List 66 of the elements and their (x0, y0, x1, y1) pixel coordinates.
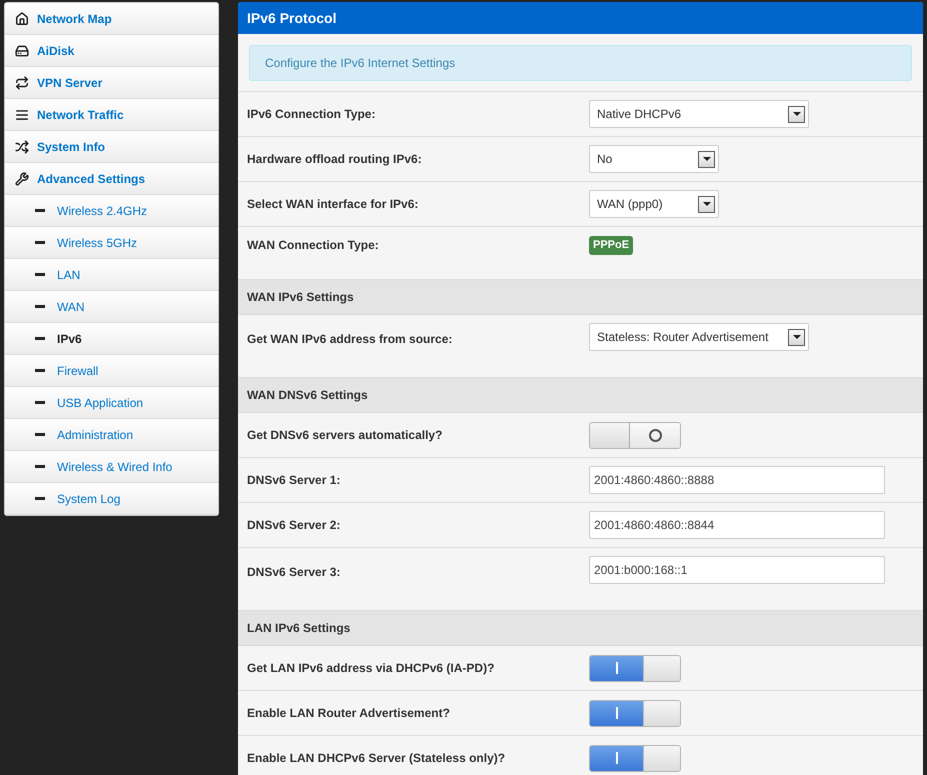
field-label: Get WAN IPv6 address from source: (247, 331, 454, 348)
sidebar-item[interactable]: Network Traffic (5, 99, 218, 130)
field-label: Get LAN IPv6 address via DHCPv6 (IA-PD)? (247, 660, 496, 677)
dash-icon (35, 241, 45, 244)
dash-icon (35, 401, 45, 404)
sidebar-item[interactable]: LAN (5, 259, 218, 290)
field-label: DNSv6 Server 1: (247, 472, 342, 489)
caret-icon (788, 328, 805, 346)
sidebar-item[interactable]: IPv6 (5, 323, 218, 354)
field-label: DNSv6 Server 3: (247, 564, 342, 581)
sidebar-item[interactable]: System Log (5, 483, 218, 514)
toggle-switch[interactable] (589, 422, 681, 448)
off-mark-icon (648, 428, 662, 442)
sidebar-item[interactable]: System Info (5, 131, 218, 162)
dash-icon (35, 433, 45, 436)
sidebar-item[interactable]: AiDisk (5, 35, 218, 66)
info-banner: Configure the IPv6 Internet Settings (249, 45, 912, 81)
field-label: DNSv6 Server 2: (247, 517, 342, 534)
status-badge: PPPoE (589, 236, 634, 254)
field-label: Enable LAN DHCPv6 Server (Stateless only)? (247, 750, 506, 767)
toggle-switch[interactable] (589, 744, 681, 772)
field-label: Select WAN interface for IPv6: (247, 196, 420, 213)
sidebar-item[interactable]: VPN Server (5, 67, 218, 98)
input-field[interactable]: 2001:4860:4860::8844 (589, 511, 885, 539)
sidebar-item[interactable]: Network Map (5, 3, 218, 34)
field-label: Hardware offload routing IPv6: (247, 151, 423, 168)
section-heading: LAN IPv6 Settings (247, 620, 350, 637)
field-label: WAN Connection Type: (247, 237, 380, 254)
panel-title: IPv6 Protocol (247, 8, 336, 28)
section-heading: WAN DNSv6 Settings (247, 387, 368, 404)
home-icon (15, 12, 29, 26)
toggle-switch[interactable] (589, 700, 681, 726)
caret-icon (698, 196, 715, 212)
shuffle-icon (15, 140, 29, 154)
dash-icon (35, 497, 45, 500)
dropdown[interactable]: No (589, 145, 719, 173)
field-label: Get DNSv6 servers automatically? (247, 427, 444, 444)
caret-icon (698, 150, 715, 168)
dropdown[interactable]: WAN (ppp0) (589, 190, 719, 218)
sidebar-item[interactable]: Wireless 5GHz (5, 227, 218, 258)
list-icon (15, 108, 29, 122)
dash-icon (35, 465, 45, 468)
dash-icon (35, 273, 45, 276)
sidebar-item[interactable]: Wireless & Wired Info (5, 451, 218, 482)
wrench-icon (15, 172, 29, 186)
dash-icon (35, 337, 45, 340)
sidebar-item[interactable]: Administration (5, 419, 218, 450)
sidebar-item[interactable]: Wireless 2.4GHz (5, 195, 218, 226)
input-field[interactable]: 2001:b000:168::1 (589, 556, 885, 584)
dash-icon (35, 305, 45, 308)
field-label: IPv6 Connection Type: (247, 106, 376, 123)
sidebar-item[interactable]: USB Application (5, 387, 218, 418)
field-label: Enable LAN Router Advertisement? (247, 705, 451, 722)
dash-icon (35, 369, 45, 372)
input-field[interactable]: 2001:4860:4860::8888 (589, 466, 885, 494)
sidebar-item[interactable]: WAN (5, 291, 218, 322)
dropdown[interactable]: Stateless: Router Advertisement (589, 323, 809, 351)
repeat-icon (15, 76, 29, 90)
toggle-switch[interactable] (589, 654, 681, 682)
sidebar-item[interactable]: Advanced Settings (5, 163, 218, 194)
sidebar-item[interactable]: Firewall (5, 355, 218, 386)
caret-icon (788, 106, 805, 122)
section-heading: WAN IPv6 Settings (247, 289, 354, 306)
dropdown[interactable]: Native DHCPv6 (589, 100, 809, 128)
dash-icon (35, 209, 45, 212)
hard-drive-icon (15, 44, 29, 58)
